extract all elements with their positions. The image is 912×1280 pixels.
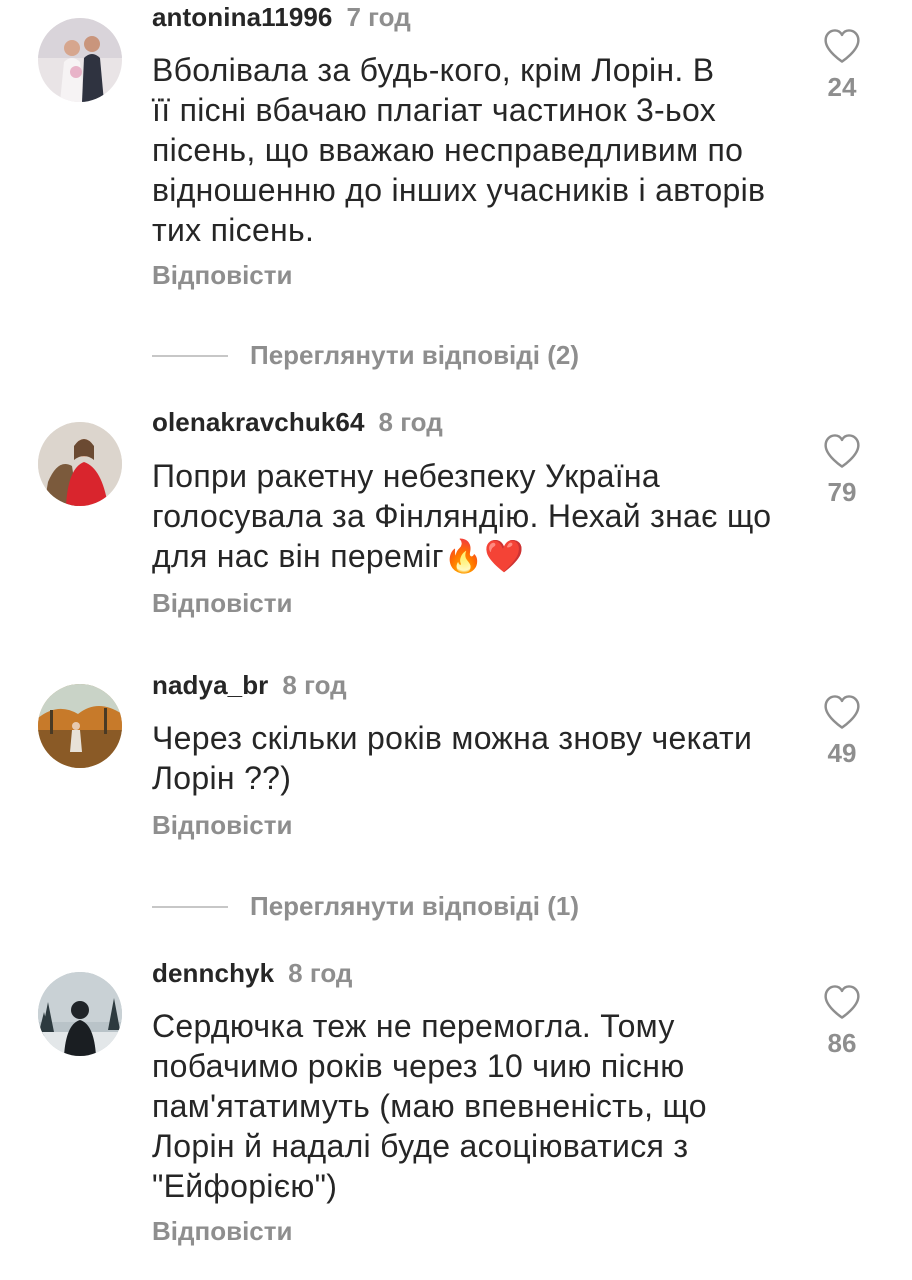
username[interactable]: nadya_br [152,670,268,701]
like-count: 79 [827,477,857,507]
username[interactable]: olenakravchuk64 [152,407,365,438]
view-replies-button[interactable]: Переглянути відповіді (1) [152,891,579,922]
comment-line: Попри ракетну небезпеку Україна [152,458,660,494]
divider-line [152,354,228,357]
fire-emoji-icon: 🔥 [443,537,484,575]
comment-header: nadya_br 8 год [152,670,347,704]
comment-line: пам'ятатимуть (маю впевненість, що [152,1088,707,1124]
comment-line: Лорін й надалі буде асоціюватися з [152,1128,689,1164]
like-count: 24 [827,72,857,102]
like-count: 86 [827,1028,857,1058]
comment-line: побачимо років через 10 чию пісню [152,1048,685,1084]
reply-button[interactable]: Відповісти [152,260,292,291]
comment-text: Попри ракетну небезпеку Україна голосува… [152,456,802,576]
red-heart-emoji-icon: ❤️ [483,537,525,575]
divider-line [152,905,228,908]
avatar[interactable] [38,972,122,1056]
like-count: 49 [827,738,857,768]
comment-line: для нас він переміг🔥❤️ [152,536,802,576]
comment-line: Лорін ??) [152,760,292,796]
heart-outline-icon[interactable] [822,984,862,1020]
comment-line-text: для нас він переміг [152,538,444,574]
comment-header: olenakravchuk64 8 год [152,407,443,441]
like-control: 24 [812,28,872,103]
view-replies-button[interactable]: Переглянути відповіді (2) [152,340,579,371]
comment-header: antonina11996 7 год [152,2,411,36]
comment-line: голосувала за Фінляндію. Нехай знає що [152,498,772,534]
like-control: 86 [812,984,872,1059]
comment-line: "Ейфорією") [152,1168,338,1204]
comment-line: Через скільки років можна знову чекати [152,720,753,756]
reply-button[interactable]: Відповісти [152,810,292,841]
view-replies-label: Переглянути відповіді (2) [250,340,580,370]
comment-line: Вболівала за будь-кого, крім Лорін. В [152,52,715,88]
heart-outline-icon[interactable] [822,433,862,469]
comment-line: Сердючка теж не перемогла. Тому [152,1008,675,1044]
timestamp: 8 год [288,958,353,988]
avatar[interactable] [38,18,122,102]
reply-button[interactable]: Відповісти [152,588,292,619]
comment-text: Вболівала за будь-кого, крім Лорін. В її… [152,50,802,250]
like-control: 79 [812,433,872,508]
timestamp: 8 год [378,407,443,437]
comment-line: пісень, що вважаю несправедливим по [152,132,744,168]
avatar[interactable] [38,422,122,506]
reply-button[interactable]: Відповісти [152,1216,292,1247]
comment-text: Сердючка теж не перемогла. Тому побачимо… [152,1006,802,1206]
timestamp: 7 год [346,2,411,32]
username[interactable]: antonina11996 [152,2,333,33]
avatar[interactable] [38,684,122,768]
comment-text: Через скільки років можна знову чекати Л… [152,718,802,798]
comment-line: тих пісень. [152,212,315,248]
like-control: 49 [812,694,872,769]
view-replies-label: Переглянути відповіді (1) [250,891,580,921]
comment-header: dennchyk 8 год [152,958,352,992]
timestamp: 8 год [282,670,347,700]
comment-line: відношенню до інших учасників і авторів [152,172,766,208]
heart-outline-icon[interactable] [822,694,862,730]
comment-line: її пісні вбачаю плагіат частинок 3-ьох [152,92,717,128]
username[interactable]: dennchyk [152,958,274,989]
heart-outline-icon[interactable] [822,28,862,64]
